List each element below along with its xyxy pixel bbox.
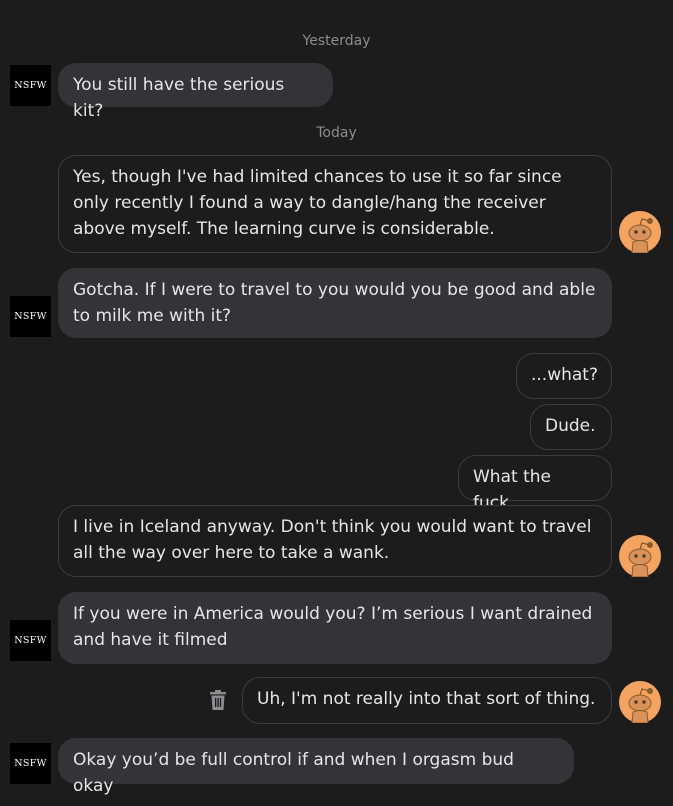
snoo-avatar-icon[interactable] (619, 535, 661, 577)
snoo-avatar-icon[interactable] (619, 211, 661, 253)
avatar-nsfw[interactable]: NSFW (10, 620, 51, 661)
snoo-avatar-icon[interactable] (619, 681, 661, 723)
date-divider-yesterday: Yesterday (302, 33, 371, 49)
message-bubble-outgoing[interactable]: Yes, though I've had limited chances to … (58, 155, 612, 253)
avatar-nsfw[interactable]: NSFW (10, 296, 51, 337)
avatar-nsfw[interactable]: NSFW (10, 65, 51, 106)
message-bubble-incoming[interactable]: You still have the serious kit? (58, 63, 333, 121)
message-bubble-outgoing[interactable]: ...what? (516, 353, 612, 399)
message-bubble-outgoing[interactable]: Dude. (530, 404, 612, 450)
message-bubble-outgoing[interactable]: I live in Iceland anyway. Don't think yo… (58, 505, 612, 577)
avatar-nsfw[interactable]: NSFW (10, 743, 51, 784)
message-bubble-incoming[interactable]: If you were in America would you? I’m se… (58, 592, 612, 664)
message-bubble-incoming[interactable]: Okay you’d be full control if and when I… (58, 738, 574, 796)
trash-icon[interactable] (209, 690, 227, 710)
date-divider-today: Today (316, 125, 357, 141)
message-bubble-incoming[interactable]: Gotcha. If I were to travel to you would… (58, 268, 612, 338)
message-bubble-outgoing[interactable]: What the fuck. (458, 455, 612, 513)
message-bubble-outgoing[interactable]: Uh, I'm not really into that sort of thi… (242, 677, 612, 724)
